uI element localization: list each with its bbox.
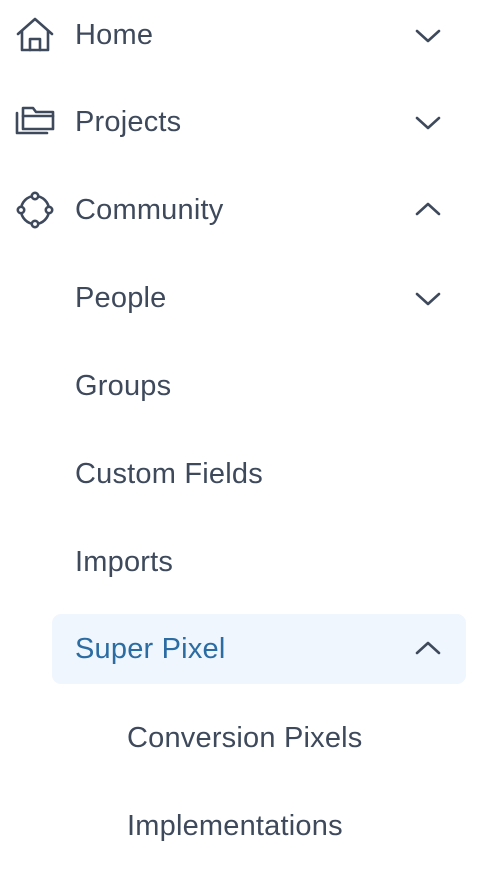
nav-item-conversion-pixels[interactable]: Conversion Pixels [0,703,486,773]
nav-item-label: Projects [75,105,182,138]
home-icon [13,13,57,57]
nav-item-label: Imports [75,545,174,578]
nav-item-custom-fields[interactable]: Custom Fields [0,439,486,509]
nav-item-label: Implementations [127,809,343,842]
nav-item-label: Custom Fields [75,457,263,490]
chevron-up-icon[interactable] [410,192,446,228]
chevron-up-icon[interactable] [410,631,446,667]
nav-item-imports[interactable]: Imports [0,527,486,597]
nav-item-implementations[interactable]: Implementations [0,791,486,861]
nav-item-super-pixel[interactable]: Super Pixel [0,614,486,684]
nav-item-label: Super Pixel [75,632,226,665]
nav-item-label: Community [75,193,224,226]
chevron-down-icon[interactable] [410,17,446,53]
nav-item-community[interactable]: Community [0,175,486,245]
nav-item-label: Conversion Pixels [127,721,363,754]
nav-item-label: People [75,281,167,314]
nav-item-label: Groups [75,369,172,402]
nav-item-projects[interactable]: Projects [0,87,486,157]
nav-item-home[interactable]: Home [0,0,486,70]
nav-item-label: Home [75,18,154,51]
sidebar-nav: Home Projects Community People Groups Cu… [0,0,486,872]
chevron-down-icon[interactable] [410,104,446,140]
nav-item-people[interactable]: People [0,263,486,333]
community-icon [13,188,57,232]
nav-item-groups[interactable]: Groups [0,351,486,421]
folders-icon [13,100,57,144]
chevron-down-icon[interactable] [410,280,446,316]
